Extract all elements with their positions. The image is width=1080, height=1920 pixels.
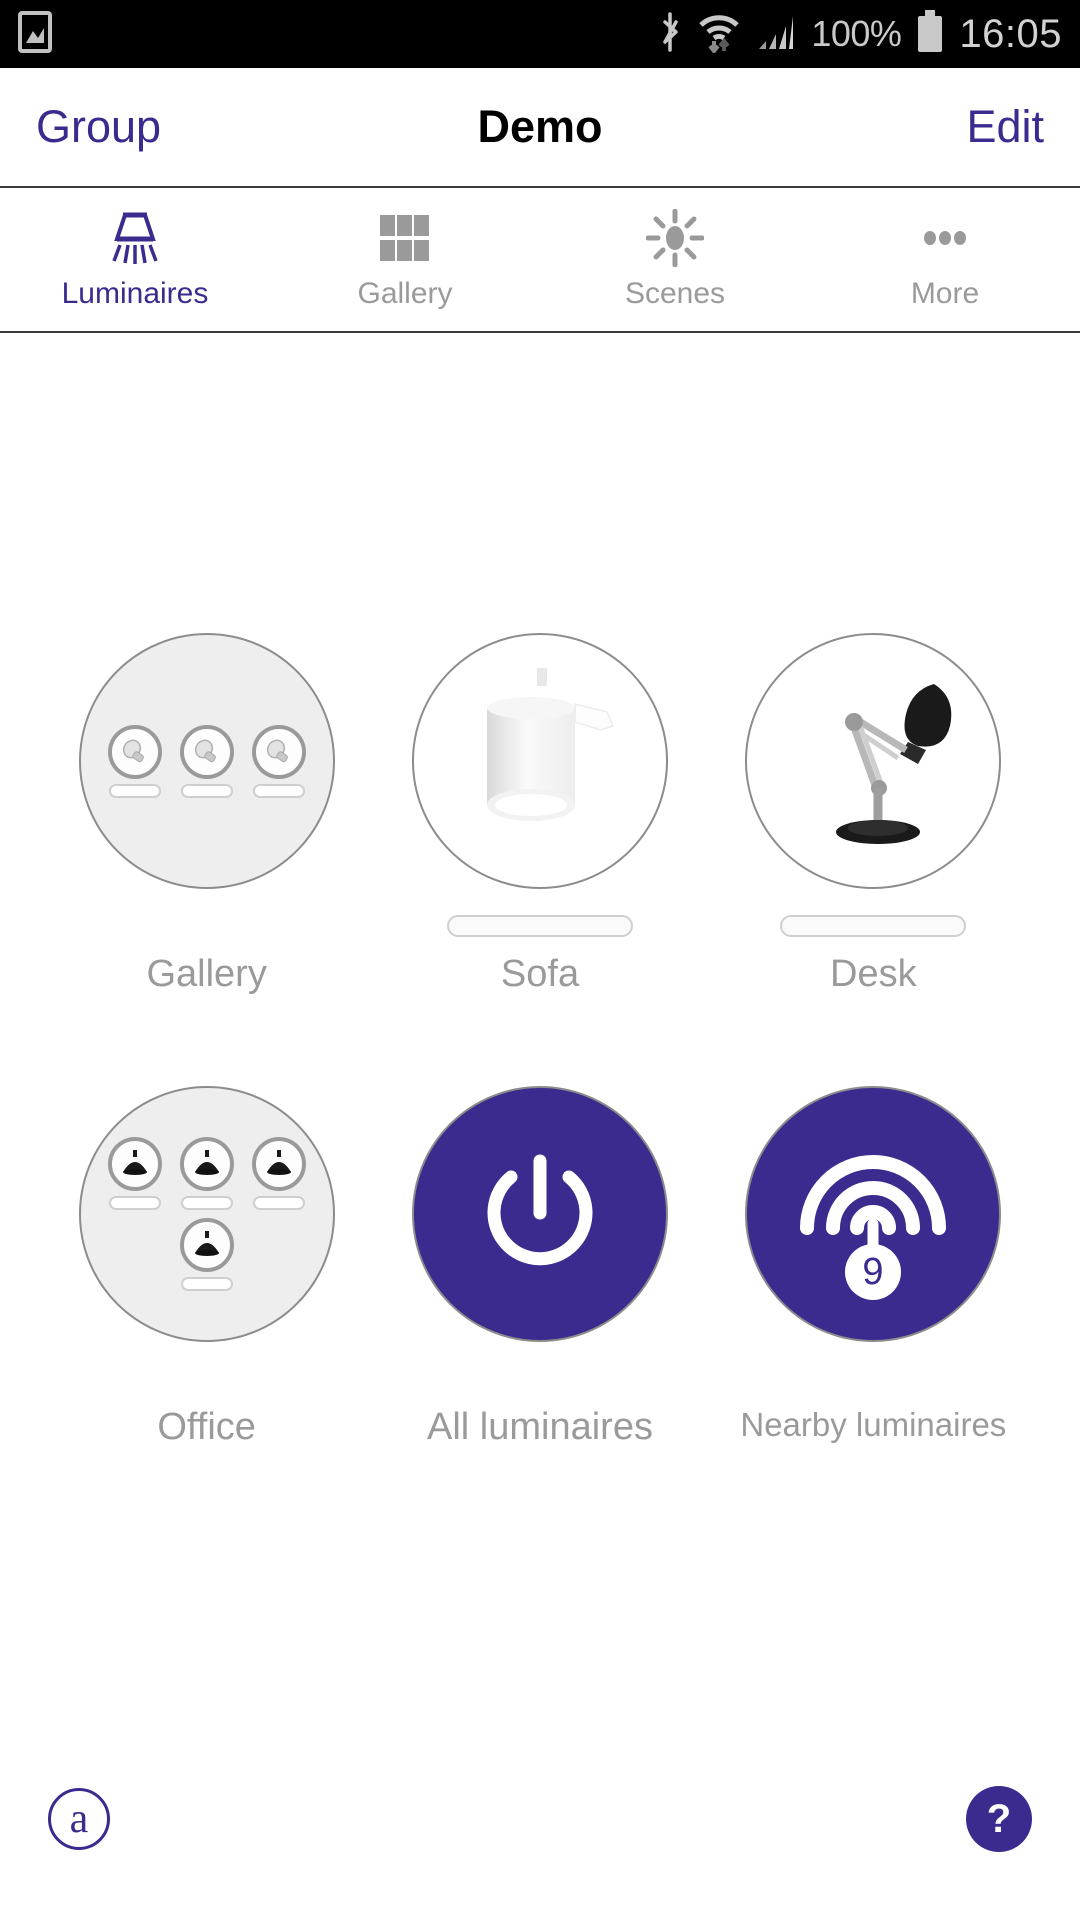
page-title: Demo: [477, 101, 603, 152]
luminaire-label-desk: Desk: [830, 953, 917, 995]
tab-more[interactable]: More: [810, 188, 1080, 331]
clock-label: 16:05: [959, 11, 1062, 56]
bluetooth-icon: [657, 11, 683, 58]
status-bar-right: 100% 16:05: [657, 9, 1062, 60]
help-button[interactable]: ?: [966, 1786, 1032, 1852]
all-luminaires-power-button[interactable]: [411, 1086, 668, 1342]
nearby-badge-count: 9: [863, 1251, 884, 1293]
luminaire-label-office: Office: [157, 1406, 256, 1448]
nav-bar: Group Demo Edit: [0, 68, 1080, 188]
tab-more-label: More: [910, 276, 980, 310]
power-icon: [487, 1154, 593, 1266]
status-bar-left: [18, 10, 52, 58]
tab-gallery-label: Gallery: [357, 276, 453, 310]
nearby-luminaires-button[interactable]: 9: [745, 1086, 1002, 1342]
luminaire-grid: Gallery Sofa Desk Office All luminaires …: [0, 633, 1080, 1449]
signal-icon: [755, 11, 797, 58]
tab-scenes-label: Scenes: [624, 276, 726, 310]
luminaire-tile-all[interactable]: All luminaires: [373, 1086, 706, 1449]
luminaire-tile-desk[interactable]: Desk: [707, 633, 1040, 996]
luminaire-label-all: All luminaires: [427, 1406, 653, 1448]
tab-gallery[interactable]: Gallery: [270, 188, 540, 331]
ellipsis-icon: [916, 209, 974, 267]
wall-lamp-photo: [484, 668, 614, 821]
luminaire-label-nearby: Nearby luminaires: [740, 1406, 1007, 1443]
luminaire-icon: [103, 209, 167, 267]
broadcast-icon: 9: [800, 1155, 947, 1300]
status-bar: 100% 16:05: [0, 0, 1080, 68]
luminaire-tile-office[interactable]: Office: [40, 1086, 373, 1449]
tab-bar: Luminaires Gallery Scenes More: [0, 188, 1080, 333]
luminaire-tile-nearby[interactable]: 9 Nearby luminaires: [707, 1086, 1040, 1449]
luminaire-label-sofa: Sofa: [500, 953, 580, 995]
luminaire-thumb-desk[interactable]: [745, 633, 1002, 889]
battery-percent-label: 100%: [811, 13, 902, 54]
brightness-slider-desk[interactable]: [780, 915, 967, 937]
app-logo-button[interactable]: a: [48, 1788, 110, 1850]
sun-icon: [646, 208, 704, 267]
luminaire-thumb-office[interactable]: [78, 1086, 335, 1342]
wifi-icon: [697, 11, 741, 58]
luminaire-thumb-sofa[interactable]: [411, 633, 668, 889]
tab-luminaires-label: Luminaires: [61, 276, 209, 310]
luminaire-tile-gallery[interactable]: Gallery: [40, 633, 373, 996]
tab-luminaires[interactable]: Luminaires: [0, 188, 270, 331]
desk-lamp-photo: [836, 684, 952, 844]
bottom-bar: a ?: [0, 1760, 1080, 1920]
luminaire-thumb-gallery[interactable]: [78, 633, 335, 889]
brightness-slider-sofa[interactable]: [446, 915, 633, 937]
bulb-group-icon: [107, 724, 306, 798]
luminaire-tile-sofa[interactable]: Sofa: [373, 633, 706, 996]
image-icon: [18, 10, 52, 58]
luminaire-label-gallery: Gallery: [146, 953, 267, 995]
grid-icon: [376, 209, 434, 267]
pendant-group-icon: [107, 1137, 306, 1291]
tab-scenes[interactable]: Scenes: [540, 188, 810, 331]
battery-icon: [915, 9, 945, 60]
edit-button[interactable]: Edit: [966, 101, 1044, 153]
group-button[interactable]: Group: [36, 101, 161, 153]
